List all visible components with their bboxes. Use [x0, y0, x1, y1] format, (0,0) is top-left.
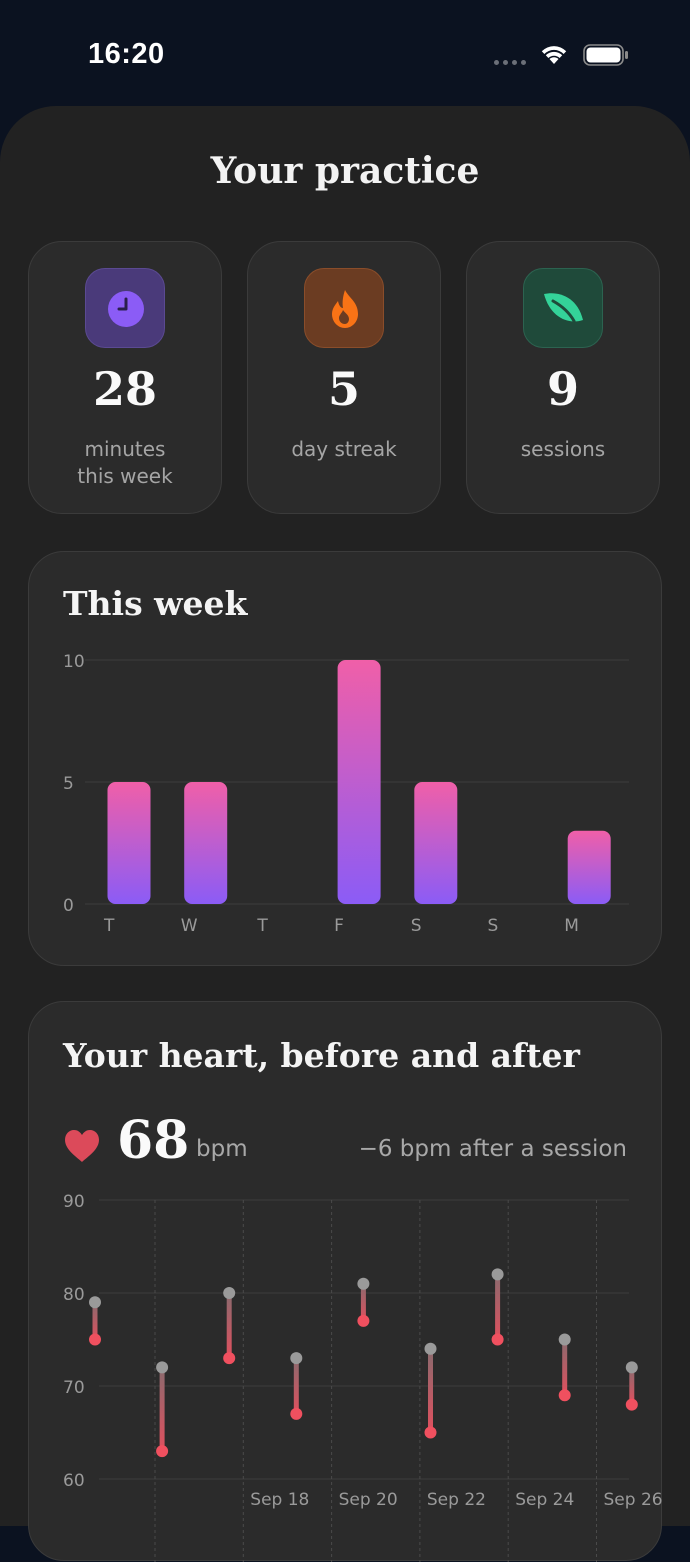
after-point: [89, 1333, 101, 1346]
y-tick-label: 90: [63, 1192, 85, 1212]
status-time: 16:20: [88, 38, 165, 70]
wifi-icon: [541, 46, 567, 64]
stat-value: 9: [546, 362, 579, 416]
stat-label: day streak: [291, 437, 397, 461]
y-tick-label: 0: [63, 896, 74, 916]
x-tick-label: Sep 22: [427, 1490, 486, 1510]
stat-label: sessions: [520, 437, 606, 461]
battery-icon: [583, 44, 628, 66]
bar: [567, 830, 611, 904]
before-point: [156, 1361, 169, 1374]
range-line: [226, 1293, 232, 1359]
after-point: [491, 1333, 504, 1346]
practice-sheet: Your practice 28 minutes this week 5 day…: [0, 106, 690, 1562]
x-tick-label: Sep 20: [339, 1490, 398, 1510]
before-point: [223, 1287, 236, 1299]
cellular-signal-icon: [494, 60, 530, 66]
flame-icon: [304, 268, 384, 348]
after-point: [290, 1407, 303, 1420]
range-line: [159, 1367, 165, 1452]
before-point: [89, 1296, 101, 1309]
after-point: [223, 1352, 236, 1365]
before-point: [558, 1333, 571, 1346]
y-tick-label: 5: [63, 774, 74, 794]
bar: [414, 782, 458, 904]
stat-card-streak[interactable]: 5 day streak: [247, 241, 441, 514]
x-tick-label: S: [488, 916, 499, 936]
stat-card-sessions[interactable]: 9 sessions: [466, 241, 660, 514]
this-week-card: This week 0 5 10 T W T F S S M: [28, 551, 662, 966]
before-point: [424, 1342, 437, 1355]
before-point: [290, 1352, 303, 1365]
range-line: [495, 1274, 501, 1340]
range-line: [428, 1348, 433, 1433]
heart-rate-card: Your heart, before and after 68 bpm −6 b…: [28, 1001, 663, 1562]
after-point: [357, 1314, 370, 1327]
after-point: [625, 1398, 638, 1411]
after-point: [156, 1445, 169, 1458]
status-bar: 16:20: [0, 0, 690, 110]
stat-value: 28: [92, 362, 157, 416]
x-tick-label: T: [256, 916, 268, 936]
x-tick-label: F: [334, 916, 344, 936]
bar: [107, 782, 151, 904]
before-point: [357, 1277, 370, 1290]
y-tick-label: 60: [63, 1471, 85, 1491]
clock-icon: [85, 268, 165, 348]
stat-card-minutes[interactable]: 28 minutes this week: [28, 241, 222, 514]
after-point: [558, 1389, 571, 1402]
page-title: Your practice: [210, 150, 480, 192]
y-tick-label: 70: [63, 1378, 85, 1398]
leaf-icon: [523, 268, 603, 348]
x-tick-label: W: [181, 916, 198, 936]
before-point: [491, 1268, 504, 1281]
heart-rate-chart: 60 70 80 90 Sep 18 Sep 20 Sep 22 Sep 24 Sep 26: [63, 1192, 663, 1562]
y-tick-label: 80: [63, 1285, 85, 1305]
y-tick-label: 10: [63, 652, 85, 672]
x-tick-label: M: [564, 916, 579, 936]
range-line: [562, 1339, 568, 1396]
stat-label: minutes this week: [77, 437, 173, 488]
before-point: [625, 1361, 638, 1374]
x-tick-label: Sep 18: [250, 1490, 309, 1510]
x-tick-label: S: [411, 916, 422, 936]
after-point: [424, 1426, 437, 1439]
x-tick-label: T: [103, 916, 115, 936]
x-tick-label: Sep 24: [515, 1490, 574, 1510]
stat-value: 5: [327, 362, 360, 416]
x-tick-label: Sep 26: [604, 1490, 663, 1510]
range-line: [293, 1358, 299, 1414]
bar: [337, 660, 381, 904]
weekly-minutes-chart: 0 5 10 T W T F S S M: [63, 652, 629, 936]
bar: [184, 782, 228, 904]
